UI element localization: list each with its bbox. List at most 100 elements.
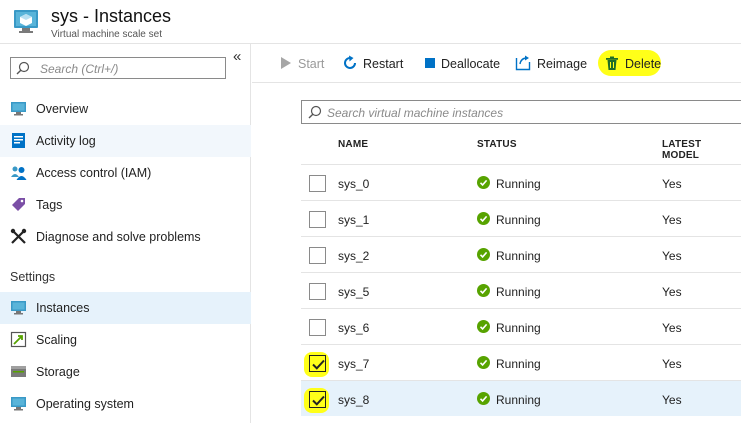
instance-name[interactable]: sys_5 <box>338 285 369 299</box>
restart-label: Restart <box>363 57 404 71</box>
stop-icon <box>425 58 435 68</box>
instance-status: Running <box>496 357 541 371</box>
row-checkbox[interactable] <box>309 391 326 408</box>
instance-name[interactable]: sys_1 <box>338 213 369 227</box>
sidebar-item-diagnose[interactable]: Diagnose and solve problems <box>0 221 251 253</box>
instance-name[interactable]: sys_2 <box>338 249 369 263</box>
sidebar-item-label: Scaling <box>36 333 77 347</box>
sidebar-item-label: Activity log <box>36 134 96 148</box>
instance-latest-model: Yes <box>662 213 682 227</box>
page-title: sys - Instances <box>51 6 172 26</box>
checkmark-icon <box>312 395 325 406</box>
running-check-icon <box>477 392 490 405</box>
deallocate-button[interactable]: Deallocate <box>422 44 500 82</box>
row-checkbox[interactable] <box>309 283 326 300</box>
table-row[interactable]: sys_2 Running Yes <box>301 236 741 272</box>
table-row[interactable]: sys_7 Running Yes <box>301 344 741 380</box>
running-check-icon <box>477 212 490 225</box>
deallocate-label: Deallocate <box>441 57 501 71</box>
column-header-latest-model[interactable]: LATEST MODEL <box>662 139 741 161</box>
tag-icon <box>12 198 25 211</box>
monitor-icon <box>11 102 26 116</box>
log-icon <box>12 133 25 148</box>
table-row[interactable]: sys_0 Running Yes <box>301 164 741 200</box>
restart-icon <box>344 55 356 69</box>
instance-name[interactable]: sys_8 <box>338 393 369 407</box>
storage-icon <box>11 366 26 377</box>
table-row[interactable]: sys_6 Running Yes <box>301 308 741 344</box>
settings-section-heading: Settings <box>10 270 56 284</box>
delete-button[interactable]: Delete <box>604 44 662 82</box>
sidebar-item-label: Diagnose and solve problems <box>36 230 201 244</box>
running-check-icon <box>477 248 490 261</box>
row-checkbox[interactable] <box>309 319 326 336</box>
command-bar: Start Restart Deallocate Reimage Delete <box>252 44 741 83</box>
sidebar-item-operating-system[interactable]: Operating system <box>0 388 251 420</box>
row-checkbox[interactable] <box>309 247 326 264</box>
instance-name[interactable]: sys_6 <box>338 321 369 335</box>
sidebar-item-instances[interactable]: Instances <box>0 292 251 324</box>
instance-latest-model: Yes <box>662 249 682 263</box>
instance-latest-model: Yes <box>662 357 682 371</box>
running-check-icon <box>477 176 490 189</box>
sidebar-item-label: Instances <box>36 301 90 315</box>
sidebar-search-placeholder: Search (Ctrl+/) <box>40 62 119 76</box>
sidebar-item-label: Tags <box>36 198 63 212</box>
instances-search-input[interactable]: Search virtual machine instances <box>301 100 741 124</box>
sidebar-item-storage[interactable]: Storage <box>0 356 251 388</box>
reimage-label: Reimage <box>537 57 588 71</box>
reimage-icon <box>515 55 531 71</box>
table-row[interactable]: sys_8 Running Yes <box>301 380 741 416</box>
reimage-button[interactable]: Reimage <box>515 44 588 82</box>
instance-latest-model: Yes <box>662 285 682 299</box>
instance-latest-model: Yes <box>662 321 682 335</box>
instance-status: Running <box>496 249 541 263</box>
sidebar-item-label: Overview <box>36 102 89 116</box>
monitor-icon <box>11 397 26 411</box>
search-icon <box>16 61 30 75</box>
page-subtitle: Virtual machine scale set <box>51 29 162 40</box>
trash-icon <box>606 56 618 70</box>
instance-status: Running <box>496 177 541 191</box>
sidebar-item-overview[interactable]: Overview <box>0 93 251 125</box>
table-row[interactable]: sys_1 Running Yes <box>301 200 741 236</box>
sidebar-search-input[interactable]: Search (Ctrl+/) <box>10 57 226 79</box>
checkmark-icon <box>312 359 325 370</box>
column-header-name[interactable]: NAME <box>338 139 368 150</box>
vmss-icon <box>14 10 38 33</box>
instance-status: Running <box>496 285 541 299</box>
page-header: sys - Instances Virtual machine scale se… <box>0 0 741 44</box>
wrench-icon <box>10 228 27 244</box>
running-check-icon <box>477 356 490 369</box>
table-row[interactable]: sys_5 Running Yes <box>301 272 741 308</box>
sidebar: Search (Ctrl+/) « Overview Activity log … <box>0 44 251 423</box>
sidebar-item-scaling[interactable]: Scaling <box>0 324 251 356</box>
row-checkbox[interactable] <box>309 175 326 192</box>
instance-status: Running <box>496 321 541 335</box>
sidebar-item-access-control[interactable]: Access control (IAM) <box>0 157 251 189</box>
scaling-icon <box>10 331 27 348</box>
row-checkbox[interactable] <box>309 211 326 228</box>
search-icon <box>308 105 322 119</box>
sidebar-item-tags[interactable]: Tags <box>0 189 251 221</box>
collapse-sidebar-button[interactable]: « <box>233 48 241 65</box>
sidebar-item-activity-log[interactable]: Activity log <box>0 125 251 157</box>
start-button[interactable]: Start <box>278 44 328 82</box>
instance-latest-model: Yes <box>662 177 682 191</box>
play-icon <box>281 57 291 69</box>
restart-button[interactable]: Restart <box>342 44 404 82</box>
people-icon <box>11 166 27 180</box>
sidebar-item-label: Storage <box>36 365 80 379</box>
instance-latest-model: Yes <box>662 393 682 407</box>
instances-search-placeholder: Search virtual machine instances <box>327 106 504 120</box>
sidebar-item-label: Access control (IAM) <box>36 166 152 180</box>
instance-name[interactable]: sys_0 <box>338 177 369 191</box>
start-label: Start <box>298 57 325 71</box>
column-header-status[interactable]: STATUS <box>477 139 517 150</box>
instance-status: Running <box>496 393 541 407</box>
monitor-icon <box>11 301 26 315</box>
row-checkbox[interactable] <box>309 355 326 372</box>
running-check-icon <box>477 284 490 297</box>
instance-name[interactable]: sys_7 <box>338 357 369 371</box>
instance-status: Running <box>496 213 541 227</box>
